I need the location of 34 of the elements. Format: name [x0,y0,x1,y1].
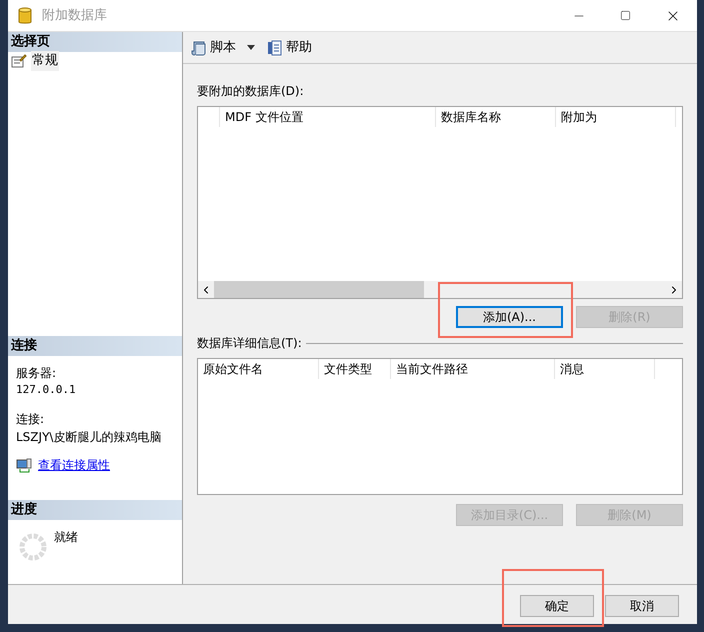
section-header: 连接 [8,336,182,356]
window-title: 附加数据库 [42,6,107,25]
connection-value: LSZJY\皮断腿儿的辣鸡电脑 [16,429,162,446]
section-header: 进度 [8,500,182,520]
dropdown-caret-icon[interactable] [247,45,255,50]
column-header[interactable]: 数据库名称 [441,108,501,126]
column-header[interactable]: 当前文件路径 [396,360,468,378]
page-item[interactable]: 常规 [31,51,59,71]
database-icon [18,6,32,24]
section-header: 选择页 [8,32,182,52]
dialog-button[interactable]: 确定 [520,594,594,616]
connection-properties-link[interactable]: 查看连接属性 [38,456,110,474]
toolbar-button[interactable]: 脚本 [210,38,236,58]
dialog-button[interactable]: 取消 [605,594,679,616]
toolbar-button[interactable]: 帮助 [286,38,312,58]
server-label: 服务器: [16,364,58,382]
column-header[interactable]: 附加为 [561,108,597,126]
connection-label: 连接: [16,411,46,428]
horizontal-scrollbar[interactable] [198,281,682,298]
document-icon [267,40,283,56]
column-header[interactable]: MDF 文件位置 [225,108,304,126]
dialog-button[interactable]: 添加(A)... [456,306,563,328]
column-header[interactable]: 文件类型 [324,360,372,378]
section-label: 数据库详细信息(T): [197,335,302,352]
scroll-icon [191,40,207,56]
column-header[interactable]: 消息 [560,360,584,378]
spinner-icon [18,532,48,562]
computer-icon [16,457,32,473]
column-header[interactable]: 原始文件名 [203,360,263,378]
progress-status: 就绪 [54,529,78,546]
properties-icon [11,54,27,68]
section-label: 要附加的数据库(D): [197,83,305,100]
maximize-icon[interactable] [620,10,631,21]
server-value: 127.0.0.1 [16,382,77,398]
